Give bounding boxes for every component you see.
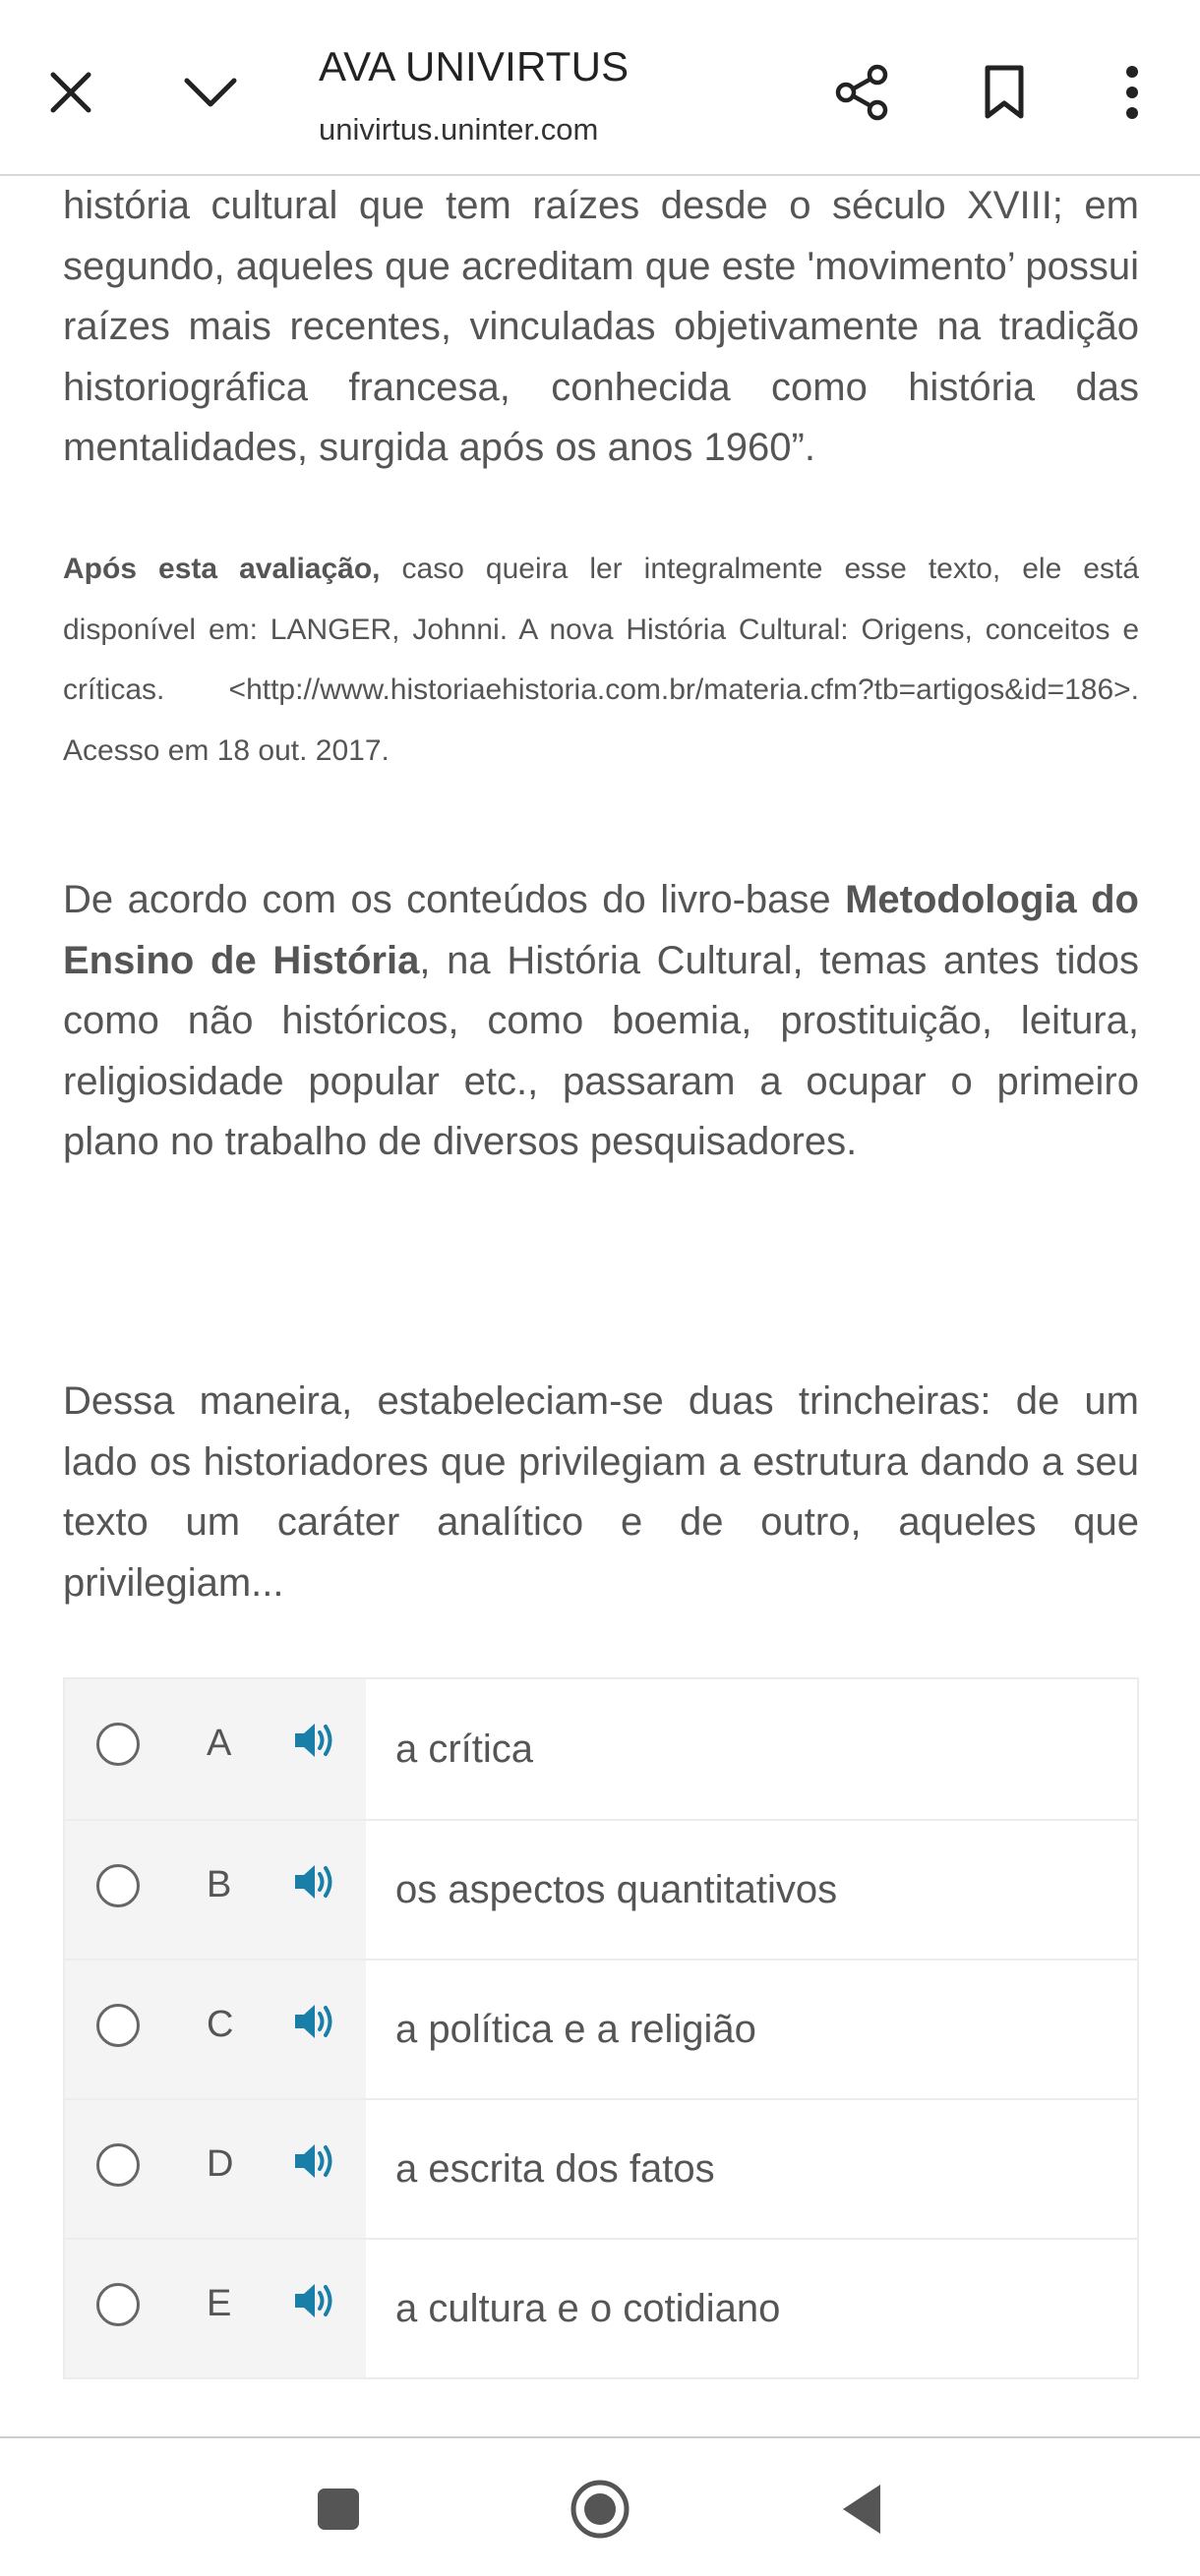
back-icon[interactable]	[826, 2474, 897, 2545]
option-c[interactable]: C a política e a religião	[65, 1959, 1137, 2098]
page-url: univirtus.uninter.com	[319, 112, 599, 146]
chevron-down-icon[interactable]	[175, 57, 246, 128]
browser-toolbar: AVA UNIVIRTUS univirtus.uninter.com	[0, 0, 1200, 176]
option-text[interactable]: a política e a religião	[366, 1961, 1137, 2098]
option-letter: A	[207, 1723, 232, 1764]
option-c-controls: C	[65, 1961, 366, 2098]
option-text[interactable]: a cultura e o cotidiano	[366, 2240, 1137, 2377]
reference-note: Após esta avaliação, caso queira ler int…	[63, 539, 1139, 781]
option-letter: E	[207, 2283, 232, 2324]
context-paragraph: De acordo com os conteúdos do livro-base…	[63, 870, 1139, 1173]
option-letter: D	[207, 2143, 234, 2185]
option-a[interactable]: A a crítica	[65, 1679, 1137, 1819]
page-title: AVA UNIVIRTUS	[319, 43, 630, 89]
home-icon[interactable]	[565, 2474, 635, 2545]
speaker-icon[interactable]	[293, 1719, 338, 1762]
speaker-icon[interactable]	[293, 2139, 338, 2183]
share-icon[interactable]	[826, 57, 897, 128]
option-e-controls: E	[65, 2240, 366, 2377]
radio-button[interactable]	[96, 2143, 140, 2187]
radio-button[interactable]	[96, 1864, 140, 1907]
radio-button[interactable]	[96, 2283, 140, 2326]
speaker-icon[interactable]	[293, 2279, 338, 2322]
context-text-start: De acordo com os conteúdos do livro-base	[63, 878, 846, 921]
more-vert-icon[interactable]	[1097, 57, 1168, 128]
bookmark-icon[interactable]	[969, 57, 1040, 128]
option-b-controls: B	[65, 1821, 366, 1959]
option-text[interactable]: a escrita dos fatos	[366, 2100, 1137, 2238]
answer-options: A a crítica B os aspectos quantitativos …	[63, 1677, 1139, 2379]
recent-apps-icon[interactable]	[303, 2474, 374, 2545]
option-letter: C	[207, 2004, 234, 2045]
option-b[interactable]: B os aspectos quantitativos	[65, 1819, 1137, 1959]
option-a-controls: A	[65, 1679, 366, 1819]
reference-note-bold: Após esta avaliação,	[63, 553, 381, 585]
option-text[interactable]: os aspectos quantitativos	[366, 1821, 1137, 1959]
option-text[interactable]: a crítica	[366, 1679, 1137, 1819]
speaker-icon[interactable]	[293, 1860, 338, 1903]
question-prompt: Dessa maneira, estabeleciam-se duas trin…	[63, 1379, 1139, 1605]
option-e[interactable]: E a cultura e o cotidiano	[65, 2238, 1137, 2377]
option-letter: B	[207, 1864, 232, 1905]
system-navigation-bar	[0, 2436, 1200, 2576]
radio-button[interactable]	[96, 2004, 140, 2047]
option-d-controls: D	[65, 2100, 366, 2238]
option-d[interactable]: D a escrita dos fatos	[65, 2098, 1137, 2238]
speaker-icon[interactable]	[293, 2000, 338, 2043]
quote-paragraph: história cultural que tem raízes desde o…	[63, 184, 1139, 469]
radio-button[interactable]	[96, 1723, 140, 1766]
close-icon[interactable]	[35, 57, 106, 128]
